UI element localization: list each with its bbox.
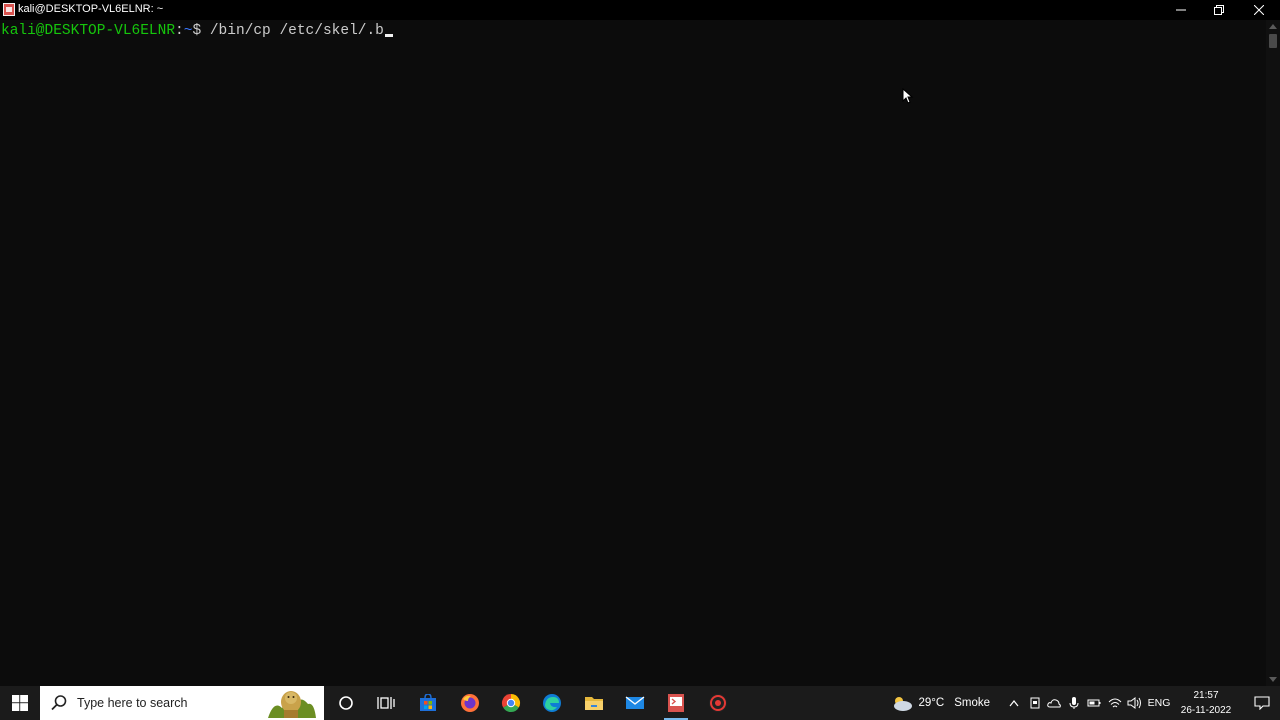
store-icon: [420, 694, 436, 711]
kali-terminal-icon: [668, 694, 684, 712]
speaker-icon: [1127, 697, 1141, 709]
typed-command: /bin/cp /etc/skel/.b: [209, 23, 384, 39]
device-icon: [1030, 697, 1040, 709]
text-cursor: [384, 34, 393, 37]
chrome-icon: [501, 694, 521, 713]
firefox-button[interactable]: [450, 686, 490, 720]
onedrive-button[interactable]: [1045, 686, 1063, 720]
cortana-button[interactable]: [326, 686, 366, 720]
windows-logo-icon: [12, 695, 28, 711]
close-icon: [1254, 5, 1264, 15]
taskbar-clock[interactable]: 21:57 26-11-2022: [1170, 686, 1242, 720]
mail-button[interactable]: [615, 686, 655, 720]
firefox-icon: [461, 694, 479, 712]
weather-cloud-icon: [894, 697, 912, 711]
prompt-user: kali@DESKTOP-VL6ELNR: [1, 23, 176, 39]
kali-terminal-taskbar-button[interactable]: [656, 686, 696, 720]
battery-icon: [1087, 699, 1101, 707]
scroll-up-arrow-icon[interactable]: [1269, 24, 1277, 29]
task-view-button[interactable]: [366, 686, 406, 720]
mouse-pointer-icon: [902, 88, 914, 104]
command-line: kali@DESKTOP-VL6ELNR:~$ /bin/cp /etc/ske…: [1, 22, 393, 40]
scrollbar-thumb[interactable]: [1269, 34, 1277, 48]
language-indicator: ENG: [1147, 697, 1171, 709]
show-hidden-icons-button[interactable]: [1006, 686, 1022, 720]
search-highlight-image-icon: [264, 688, 318, 720]
edge-icon: [543, 694, 561, 712]
taskbar-search-box[interactable]: Type here to search: [40, 686, 324, 720]
chevron-up-icon: [1009, 700, 1019, 707]
taskbar: Type here to search 29°C Smoke ENG 21:57…: [0, 686, 1280, 720]
search-icon: [51, 695, 67, 711]
scroll-down-arrow-icon[interactable]: [1269, 677, 1277, 682]
window-title: kali@DESKTOP-VL6ELNR: ~: [18, 3, 164, 15]
minimize-button[interactable]: [1162, 0, 1200, 20]
start-button[interactable]: [0, 686, 40, 720]
weather-widget[interactable]: 29°C Smoke: [890, 686, 990, 720]
chrome-button[interactable]: [491, 686, 531, 720]
app-icon: [709, 694, 727, 712]
wifi-icon: [1108, 698, 1122, 708]
file-explorer-icon: [585, 697, 603, 710]
weather-temperature: 29°C: [918, 697, 945, 709]
battery-button[interactable]: [1085, 686, 1103, 720]
restore-button[interactable]: [1200, 0, 1238, 20]
prompt-separator: :: [175, 23, 184, 39]
cortana-icon: [339, 696, 353, 710]
clock-date: 26-11-2022: [1180, 705, 1232, 716]
onedrive-cloud-icon: [1047, 699, 1061, 708]
input-language-button[interactable]: ENG: [1146, 686, 1172, 720]
notification-center-button[interactable]: [1244, 686, 1280, 720]
terminal-scrollbar[interactable]: [1266, 20, 1280, 686]
tray-device-button[interactable]: [1026, 686, 1044, 720]
store-button[interactable]: [408, 686, 448, 720]
restore-icon: [1214, 5, 1224, 15]
close-button[interactable]: [1240, 0, 1278, 20]
app-button[interactable]: [698, 686, 738, 720]
wifi-button[interactable]: [1105, 686, 1125, 720]
task-view-icon: [377, 697, 395, 709]
file-explorer-button[interactable]: [574, 686, 614, 720]
notification-icon: [1254, 696, 1270, 710]
minimize-icon: [1176, 9, 1186, 11]
search-placeholder: Type here to search: [77, 696, 188, 710]
terminal-area[interactable]: kali@DESKTOP-VL6ELNR:~$ /bin/cp /etc/ske…: [0, 20, 1266, 686]
microphone-button[interactable]: [1065, 686, 1083, 720]
window-titlebar[interactable]: kali@DESKTOP-VL6ELNR: ~: [0, 0, 1280, 20]
kali-app-icon: [3, 3, 15, 16]
prompt-symbol: $: [192, 23, 210, 39]
weather-condition: Smoke: [954, 697, 990, 709]
mail-icon: [625, 696, 645, 709]
edge-button[interactable]: [532, 686, 572, 720]
volume-button[interactable]: [1125, 686, 1145, 720]
clock-time: 21:57: [1193, 690, 1219, 701]
microphone-icon: [1069, 697, 1079, 709]
